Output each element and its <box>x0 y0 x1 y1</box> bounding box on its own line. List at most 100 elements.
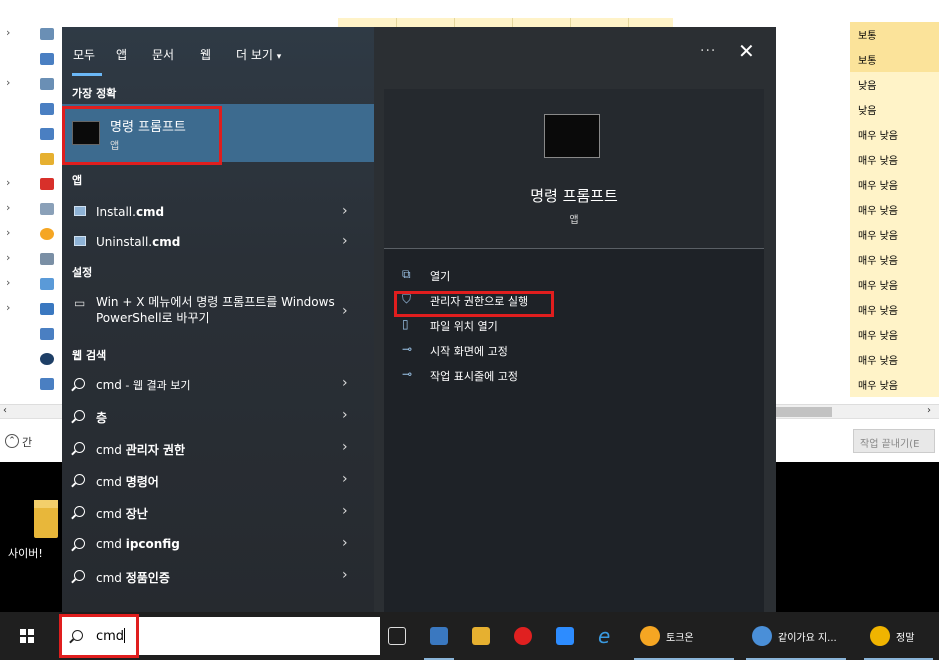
process-row[interactable] <box>0 47 60 72</box>
desktop-folder-icon[interactable] <box>34 500 58 538</box>
windows-start-icon[interactable] <box>20 629 34 643</box>
tab-web[interactable]: 웹 <box>200 46 211 63</box>
chevron-right-icon[interactable]: › <box>342 535 348 551</box>
process-row[interactable] <box>0 147 60 172</box>
tab-apps[interactable]: 앱 <box>116 46 127 63</box>
keyboard-icon: ▭ <box>74 296 86 310</box>
taskbar-app-label: 토크온 <box>666 633 694 644</box>
expand-icon[interactable]: › <box>6 301 10 314</box>
zoom-icon[interactable] <box>556 627 574 645</box>
app-icon <box>40 103 54 115</box>
web-search-heading: 웹 검색 <box>72 349 107 362</box>
web-result-label: cmd 관리자 권한 <box>96 443 186 457</box>
process-row[interactable] <box>0 322 60 347</box>
web-result[interactable]: cmd 관리자 권한 › <box>62 433 374 463</box>
chevron-right-icon[interactable]: › <box>342 567 348 583</box>
preview-title: 명령 프롬프트 <box>530 187 618 205</box>
web-result[interactable]: cmd - 웹 결과 보기 › <box>62 369 374 399</box>
collapse-label[interactable]: 간 <box>22 434 32 450</box>
chevron-right-icon[interactable]: › <box>342 471 348 487</box>
tab-more[interactable]: 더 보기 ▾ <box>236 46 281 63</box>
app-result-install-cmd[interactable]: Install.cmd › <box>62 197 374 227</box>
preview-header: 명령 프롬프트 앱 <box>384 89 764 249</box>
search-icon <box>74 474 87 486</box>
expand-icon[interactable]: › <box>6 76 10 89</box>
desktop-icon-label[interactable]: 사이버! <box>8 545 43 561</box>
close-icon[interactable]: ✕ <box>738 39 755 63</box>
web-result[interactable]: cmd 명령어 › <box>62 465 374 495</box>
scroll-right-icon[interactable]: › <box>927 405 931 416</box>
app-icon <box>40 28 54 40</box>
app-icon <box>40 353 54 365</box>
process-row[interactable]: › <box>0 247 60 272</box>
app-icon <box>40 53 54 65</box>
task-view-icon[interactable] <box>388 627 406 645</box>
expand-icon[interactable]: › <box>6 251 10 264</box>
tab-all[interactable]: 모두 <box>73 46 95 63</box>
chevron-right-icon[interactable]: › <box>342 407 348 423</box>
process-row[interactable]: › <box>0 297 60 322</box>
expand-icon[interactable]: › <box>6 276 10 289</box>
chevron-right-icon[interactable]: › <box>342 503 348 519</box>
process-row[interactable]: › <box>0 222 60 247</box>
task-manager-icon[interactable] <box>430 627 448 645</box>
web-result-label: cmd ipconfig <box>96 537 180 551</box>
app-result-uninstall-cmd[interactable]: Uninstall.cmd › <box>62 227 374 257</box>
app-icon <box>40 253 54 265</box>
tab-documents[interactable]: 문서 <box>152 46 174 63</box>
web-result[interactable]: cmd 장난 › <box>62 497 374 527</box>
scroll-thumb[interactable] <box>772 407 832 417</box>
app-icon <box>40 328 54 340</box>
end-task-button[interactable]: 작업 끝내기(E <box>853 429 935 453</box>
taskbar-app-label: 같이가요 지... <box>778 633 837 644</box>
process-row[interactable]: › <box>0 272 60 297</box>
action-label: 작업 표시줄에 고정 <box>430 370 518 383</box>
process-row[interactable]: › <box>0 197 60 222</box>
chevron-right-icon[interactable]: › <box>342 375 348 391</box>
process-row[interactable]: › <box>0 22 60 47</box>
expand-icon[interactable]: › <box>6 26 10 39</box>
importance-column: 보통 보통 낮음 낮음 매우 낮음 매우 낮음 매우 낮음 매우 낮음 매우 낮음 매우 낮음 매우… <box>850 22 939 402</box>
action-label: 파일 위치 열기 <box>430 320 498 333</box>
chevron-right-icon[interactable]: › <box>342 439 348 455</box>
web-result-label: 층 <box>96 411 108 425</box>
importance-cell: 매우 낮음 <box>850 247 939 272</box>
more-options-icon[interactable]: ··· <box>700 43 716 59</box>
app-icon <box>40 278 54 290</box>
scroll-left-icon[interactable]: ‹ <box>3 405 7 416</box>
file-explorer-icon[interactable] <box>472 627 490 645</box>
importance-cell: 낮음 <box>850 97 939 122</box>
process-row[interactable] <box>0 347 60 372</box>
importance-cell: 보통 <box>850 47 939 72</box>
active-tab-indicator <box>72 73 102 76</box>
pin-icon: ⊸ <box>402 342 413 356</box>
chevron-right-icon[interactable]: › <box>342 203 348 219</box>
web-result-label: cmd 정품인증 <box>96 571 170 585</box>
process-row[interactable] <box>0 97 60 122</box>
taskbar-app-label: 정말 <box>896 633 915 644</box>
command-prompt-icon <box>544 114 600 158</box>
expand-icon[interactable]: › <box>6 226 10 239</box>
highlight-box <box>62 106 222 165</box>
chevron-right-icon[interactable]: › <box>342 233 348 249</box>
expand-icon[interactable]: › <box>6 201 10 214</box>
importance-cell: 매우 낮음 <box>850 122 939 147</box>
web-result[interactable]: cmd ipconfig › <box>62 529 374 559</box>
chevron-right-icon[interactable]: › <box>342 303 348 319</box>
setting-result[interactable]: ▭ Win + X 메뉴에서 명령 프롬프트를 Windows PowerShe… <box>62 289 374 333</box>
collapse-icon[interactable]: ⌃ <box>5 434 19 448</box>
process-row[interactable]: › <box>0 172 60 197</box>
process-row[interactable]: › <box>0 72 60 97</box>
expand-icon[interactable]: › <box>6 176 10 189</box>
search-icon <box>74 506 87 518</box>
importance-cell: 매우 낮음 <box>850 272 939 297</box>
process-row[interactable] <box>0 122 60 147</box>
importance-cell: 매우 낮음 <box>850 347 939 372</box>
web-result[interactable]: 층 › <box>62 401 374 431</box>
youtube-music-icon[interactable] <box>514 627 532 645</box>
internet-explorer-icon[interactable]: e <box>598 626 616 646</box>
preview-pane: 명령 프롬프트 앱 ⧉ 열기 ⛉ 관리자 권한으로 실행 ▯ 파일 위치 열기 ⊸ 시작… <box>384 89 764 612</box>
process-row[interactable] <box>0 372 60 397</box>
pin-icon: ⊸ <box>402 367 413 381</box>
web-result[interactable]: cmd 정품인증 › <box>62 561 374 591</box>
